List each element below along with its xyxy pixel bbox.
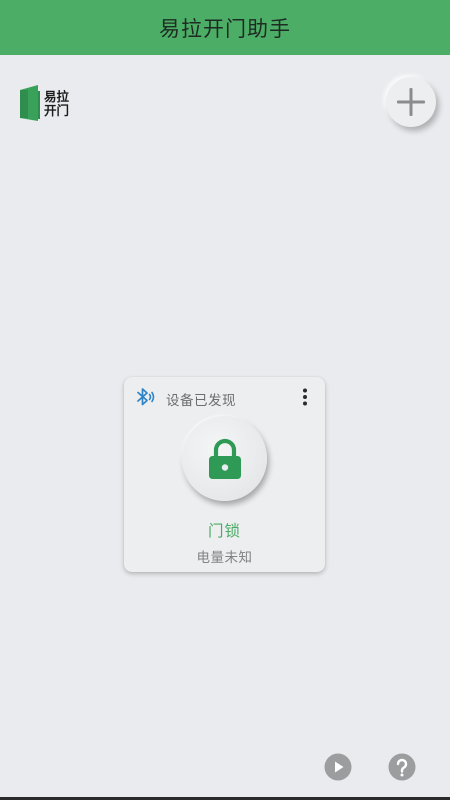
help-icon[interactable] [388, 753, 416, 781]
more-vertical-icon[interactable] [298, 387, 312, 407]
unlock-button[interactable] [182, 416, 267, 501]
lock-icon [208, 438, 241, 479]
app-header: 易拉开门助手 [0, 0, 450, 55]
battery-status: 电量未知 [196, 550, 253, 566]
door-logo-icon [20, 85, 40, 121]
app-logo: 易拉 开门 [18, 85, 74, 123]
logo-text-line2: 开门 [44, 103, 70, 118]
plus-icon [397, 88, 425, 116]
bluetooth-icon [137, 388, 155, 406]
device-status: 设备已发现 [166, 393, 236, 409]
page-title: 易拉开门助手 [159, 16, 291, 41]
add-device-button[interactable] [386, 77, 436, 127]
play-icon[interactable] [324, 753, 352, 781]
device-card[interactable]: 设备已发现 门锁 电量未知 [124, 377, 325, 572]
logo-text: 易拉 开门 [44, 90, 69, 118]
device-name: 门锁 [207, 522, 241, 540]
logo-text-line1: 易拉 [44, 89, 70, 104]
